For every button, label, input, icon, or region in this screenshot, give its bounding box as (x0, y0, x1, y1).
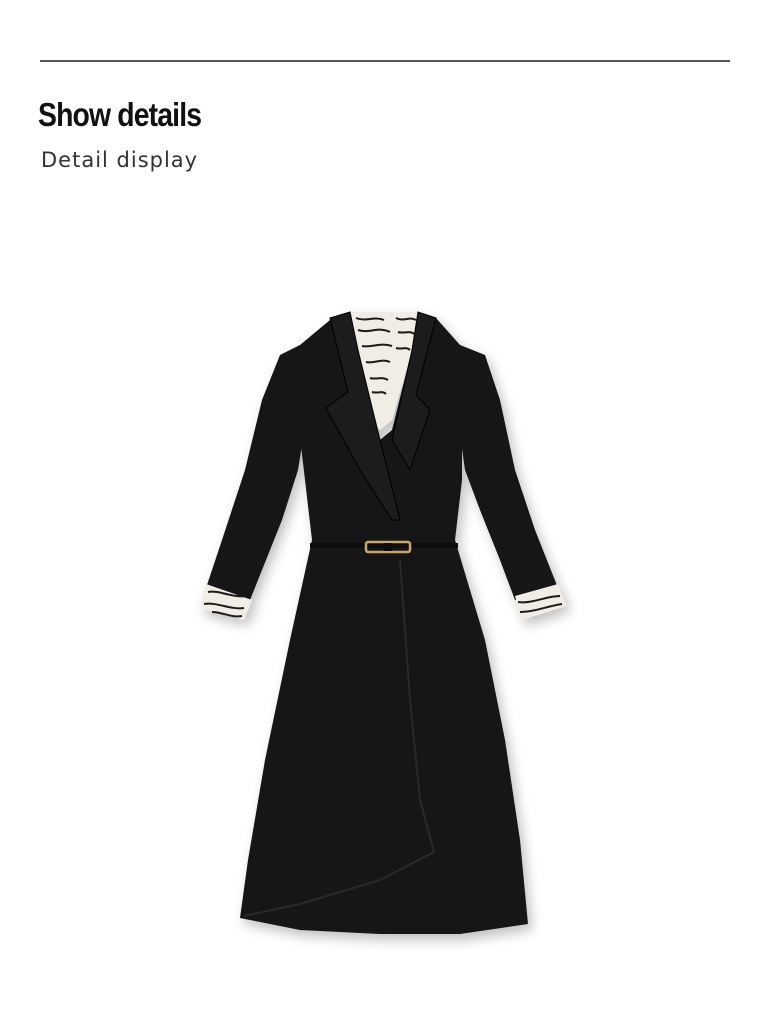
header-divider (40, 60, 730, 62)
left-sleeve (206, 345, 306, 600)
dress-figure (200, 311, 566, 934)
right-sleeve (458, 345, 558, 600)
section-title: Show details (38, 96, 202, 133)
skirt (240, 540, 528, 934)
dress-product-image (200, 311, 566, 934)
section-subtitle: Detail display (41, 148, 199, 172)
